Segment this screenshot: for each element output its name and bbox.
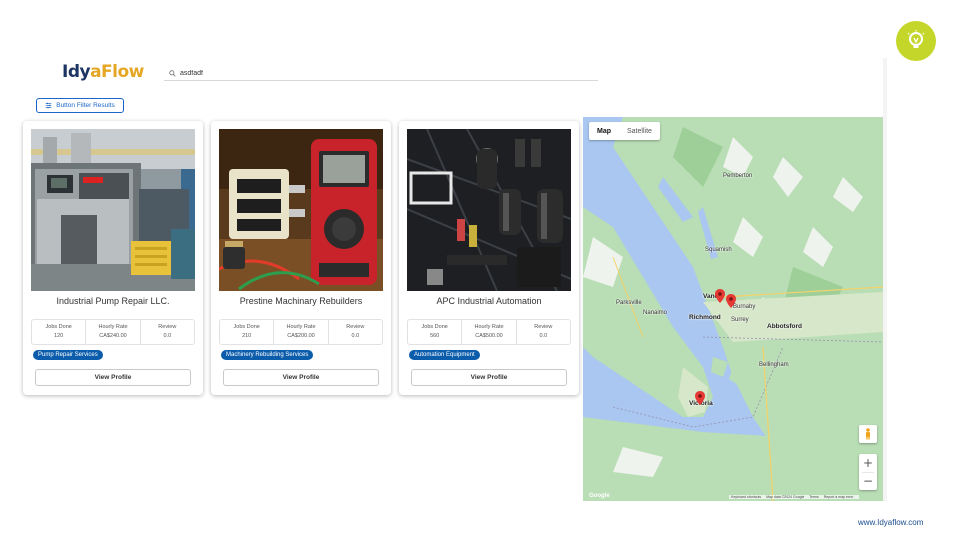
provider-name: Prestine Machinary Rebuilders bbox=[239, 296, 363, 306]
stat-jobs: Jobs Done 560 bbox=[408, 320, 463, 344]
zoom-in-button[interactable]: + bbox=[859, 454, 877, 472]
provider-name: Industrial Pump Repair LLC. bbox=[56, 296, 170, 306]
provider-card: Industrial Pump Repair LLC. Jobs Done 12… bbox=[23, 121, 203, 395]
map-view[interactable]: Vanc Richmond Burnaby Surrey Abbotsford … bbox=[583, 117, 883, 501]
map-label-abbotsford: Abbotsford bbox=[767, 323, 803, 330]
logo-text-part1: Idy bbox=[62, 62, 91, 82]
stat-review-label: Review bbox=[346, 324, 365, 330]
provider-photo bbox=[219, 129, 383, 291]
stat-rate: Hourly Rate CA$240.00 bbox=[86, 320, 141, 344]
service-tag: Machinery Rebuilding Services bbox=[221, 350, 314, 360]
stat-review-label: Review bbox=[158, 324, 177, 330]
footer-url: www.Idyaflow.com bbox=[858, 518, 924, 527]
map-tab-map[interactable]: Map bbox=[589, 128, 619, 135]
stat-review-value: 0.0 bbox=[351, 333, 360, 339]
map-tab-satellite[interactable]: Satellite bbox=[619, 128, 660, 135]
stat-jobs-value: 120 bbox=[54, 333, 64, 339]
provider-photo bbox=[407, 129, 571, 291]
provider-name: APC Industrial Automation bbox=[436, 296, 542, 306]
view-profile-button[interactable]: View Profile bbox=[411, 369, 567, 386]
map-pin-icon[interactable] bbox=[715, 289, 725, 303]
map-type-toggle: Map Satellite bbox=[589, 122, 660, 140]
filter-button-label: Button Filter Results bbox=[56, 102, 115, 109]
provider-card: Prestine Machinary Rebuilders Jobs Done … bbox=[211, 121, 391, 395]
map-label-bellingham: Bellingham bbox=[759, 362, 789, 368]
sliders-icon bbox=[45, 102, 52, 109]
terms-link[interactable]: Terms bbox=[809, 495, 819, 499]
google-logo: Google bbox=[589, 493, 610, 499]
zoom-out-button[interactable]: − bbox=[859, 473, 877, 491]
stat-rate-value: CA$240.00 bbox=[99, 333, 127, 339]
search-icon bbox=[169, 69, 176, 77]
stat-review: Review 0.0 bbox=[517, 320, 570, 344]
map-data-text: Map data ©2024 Google bbox=[766, 495, 805, 499]
logo-text-part2: aFlow bbox=[90, 62, 144, 82]
report-error-link[interactable]: Report a map error bbox=[824, 495, 854, 499]
provider-photo bbox=[31, 129, 195, 291]
view-profile-button[interactable]: View Profile bbox=[35, 369, 191, 386]
map-label-pemberton: Pemberton bbox=[723, 173, 753, 179]
service-tag: Automation Equipment bbox=[409, 350, 480, 360]
stat-jobs-value: 210 bbox=[242, 333, 252, 339]
stat-jobs: Jobs Done 210 bbox=[220, 320, 275, 344]
map-attribution: Keyboard shortcuts Map data ©2024 Google… bbox=[729, 495, 860, 499]
stat-rate-value: CA$500.00 bbox=[475, 333, 503, 339]
provider-stats: Jobs Done 210 Hourly Rate CA$200.00 Revi… bbox=[219, 319, 383, 345]
map-label-parksville: Parksville bbox=[616, 300, 642, 306]
stat-rate: Hourly Rate CA$500.00 bbox=[462, 320, 517, 344]
map-pin-icon[interactable] bbox=[726, 294, 736, 308]
filter-results-button[interactable]: Button Filter Results bbox=[36, 98, 124, 113]
stat-jobs-label: Jobs Done bbox=[45, 324, 72, 330]
stat-jobs-label: Jobs Done bbox=[233, 324, 260, 330]
brand-logo[interactable]: Idy aFlow bbox=[62, 62, 144, 82]
map-edge-strip bbox=[883, 58, 887, 501]
stat-review-label: Review bbox=[534, 324, 553, 330]
search-bar[interactable] bbox=[164, 66, 598, 81]
map-pin-icon[interactable] bbox=[695, 391, 705, 405]
provider-card: APC Industrial Automation Jobs Done 560 … bbox=[399, 121, 579, 395]
stat-review-value: 0.0 bbox=[163, 333, 172, 339]
page: Idy aFlow Button Filter Results bbox=[0, 0, 960, 540]
search-input[interactable] bbox=[180, 69, 560, 77]
map-label-nanaimo: Nanaimo bbox=[643, 310, 668, 316]
service-tag: Pump Repair Services bbox=[33, 350, 103, 360]
stat-jobs-value: 560 bbox=[430, 333, 440, 339]
map-label-squamish: Squamish bbox=[705, 247, 732, 253]
provider-stats: Jobs Done 560 Hourly Rate CA$500.00 Revi… bbox=[407, 319, 571, 345]
map-label-surrey: Surrey bbox=[731, 317, 749, 323]
stat-rate-label: Hourly Rate bbox=[98, 324, 128, 330]
stat-jobs-label: Jobs Done bbox=[421, 324, 448, 330]
map-label-burnaby: Burnaby bbox=[733, 304, 756, 310]
view-profile-button[interactable]: View Profile bbox=[223, 369, 379, 386]
stat-rate: Hourly Rate CA$200.00 bbox=[274, 320, 329, 344]
street-view-pegman-icon[interactable] bbox=[859, 425, 877, 443]
provider-stats: Jobs Done 120 Hourly Rate CA$240.00 Revi… bbox=[31, 319, 195, 345]
stat-rate-value: CA$200.00 bbox=[287, 333, 315, 339]
stat-review: Review 0.0 bbox=[141, 320, 194, 344]
lightbulb-badge-icon bbox=[896, 21, 936, 61]
zoom-controls: + − bbox=[859, 454, 877, 490]
map-label-richmond: Richmond bbox=[689, 314, 721, 321]
stat-rate-label: Hourly Rate bbox=[474, 324, 504, 330]
stat-review-value: 0.0 bbox=[539, 333, 548, 339]
keyboard-shortcuts-link[interactable]: Keyboard shortcuts bbox=[731, 495, 761, 499]
stat-rate-label: Hourly Rate bbox=[286, 324, 316, 330]
stat-jobs: Jobs Done 120 bbox=[32, 320, 87, 344]
stat-review: Review 0.0 bbox=[329, 320, 382, 344]
